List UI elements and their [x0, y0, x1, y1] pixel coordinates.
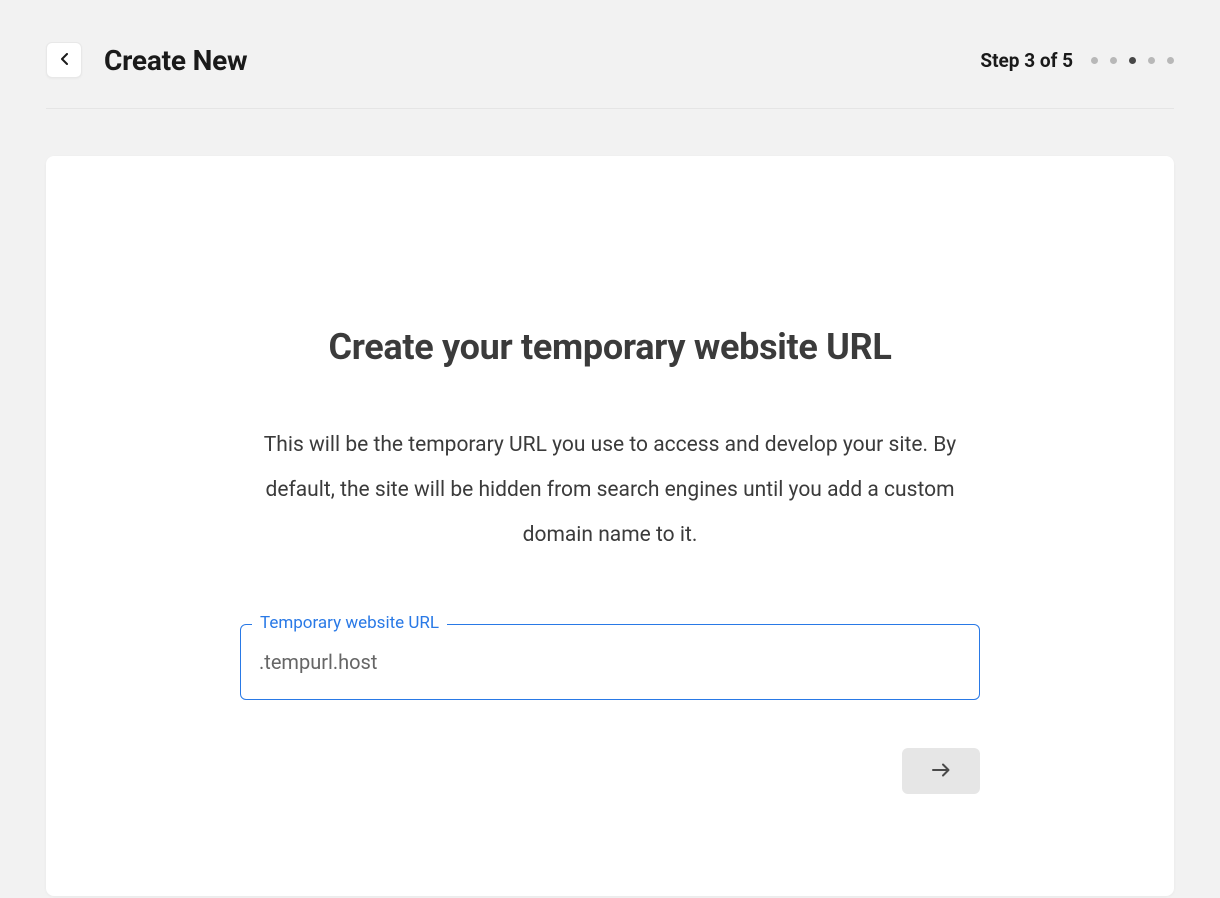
url-input-label: Temporary website URL: [252, 613, 447, 633]
header-right: Step 3 of 5: [980, 49, 1174, 72]
page-title: Create New: [104, 44, 247, 77]
step-dot-5: [1167, 57, 1174, 64]
description-text: This will be the temporary URL you use t…: [250, 423, 970, 558]
next-button[interactable]: [902, 748, 980, 794]
step-dot-1: [1091, 57, 1098, 64]
temporary-url-input[interactable]: [240, 624, 980, 700]
step-dot-2: [1110, 57, 1117, 64]
url-input-wrapper: Temporary website URL: [240, 624, 980, 700]
back-button[interactable]: [46, 42, 82, 78]
step-dots: [1091, 57, 1174, 64]
step-dot-4: [1148, 57, 1155, 64]
step-indicator-label: Step 3 of 5: [980, 49, 1073, 72]
step-dot-3: [1129, 57, 1136, 64]
page-header: Create New Step 3 of 5: [46, 0, 1174, 109]
content-card: Create your temporary website URL This w…: [46, 156, 1174, 896]
chevron-left-icon: [61, 53, 68, 68]
arrow-right-icon: [932, 763, 950, 780]
actions-row: [240, 748, 980, 794]
main-heading: Create your temporary website URL: [328, 326, 891, 368]
header-left: Create New: [46, 42, 247, 78]
